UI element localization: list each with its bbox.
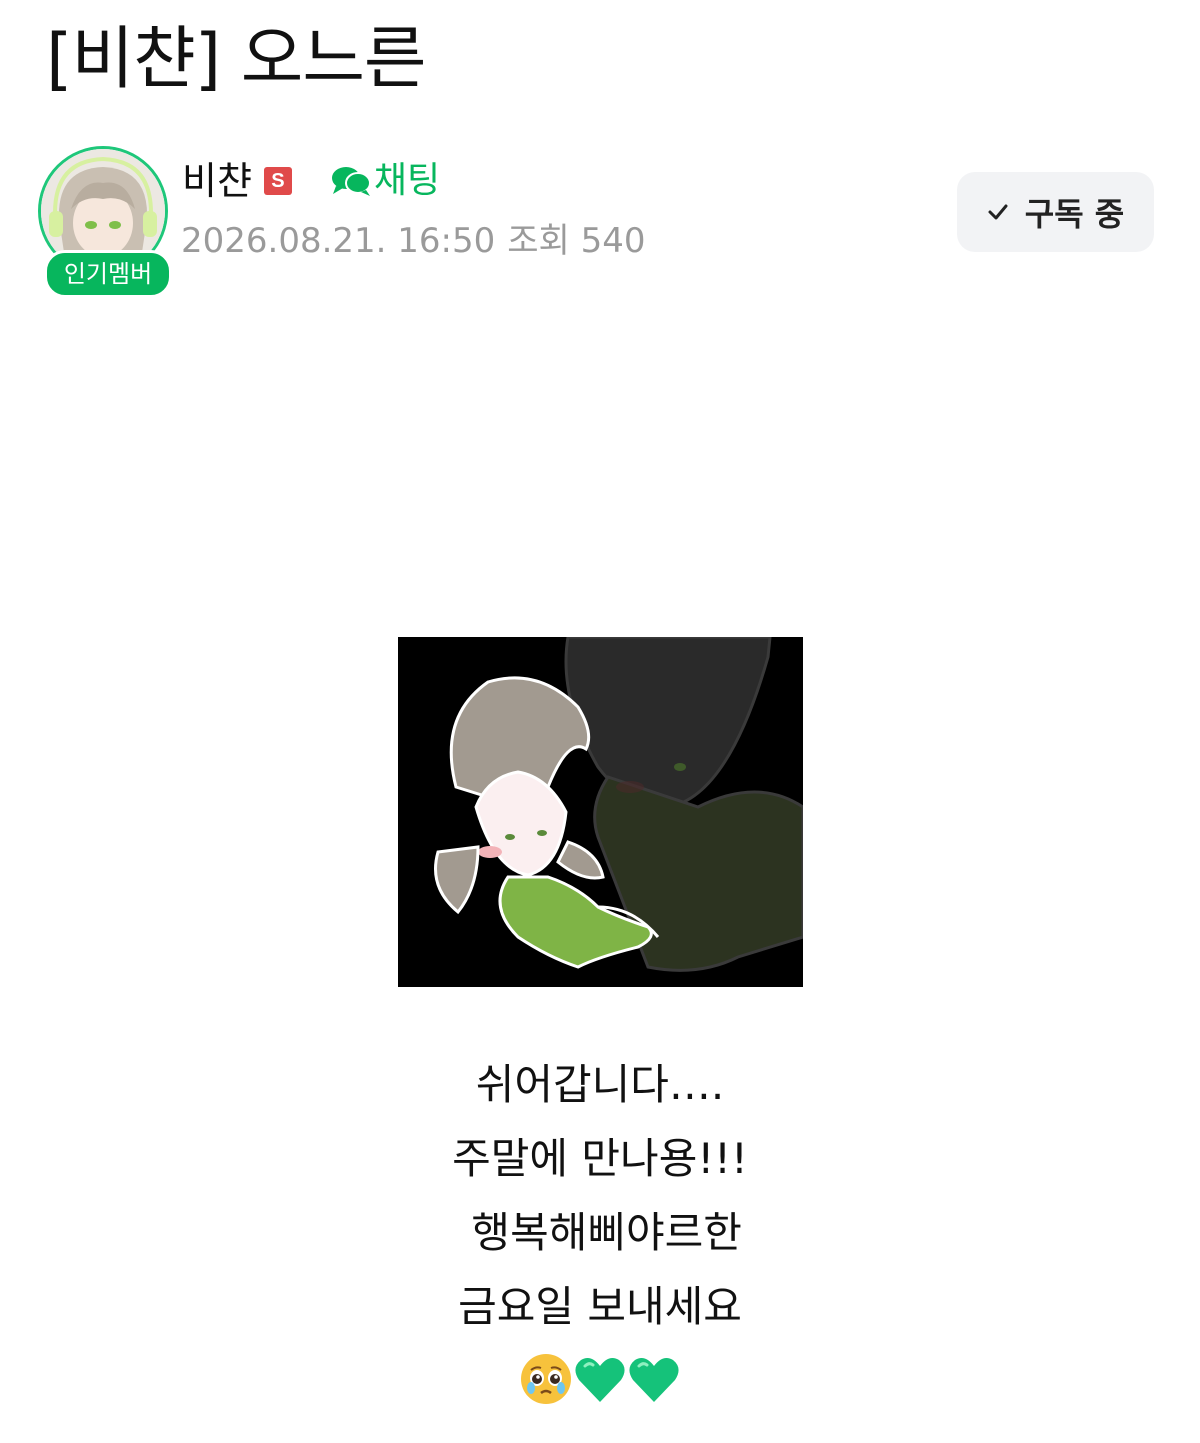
post-body: 쉬어갑니다…. 주말에 만나용!!! 행복해삐야르한 금요일 보내세요 xyxy=(0,1048,1200,1344)
green-heart-emoji-icon xyxy=(573,1352,627,1406)
post-date: 2026.08.21. 16:50 xyxy=(181,221,496,261)
post-image[interactable] xyxy=(398,637,803,987)
check-icon xyxy=(988,204,1008,220)
view-count: 조회 540 xyxy=(507,221,646,261)
author-row: 비챤 S 채팅 xyxy=(182,158,440,204)
body-line: 주말에 만나용!!! xyxy=(452,1134,748,1183)
chat-bubble-icon xyxy=(331,167,371,196)
author-name[interactable]: 비챤 xyxy=(182,158,252,204)
green-heart-emoji-icon xyxy=(627,1352,681,1406)
staff-badge: S xyxy=(263,167,292,195)
subscribe-button[interactable]: 구독 중 xyxy=(957,172,1154,252)
author-avatar[interactable]: 인기멤버 xyxy=(38,146,174,298)
pleading-face-emoji-icon xyxy=(519,1352,573,1406)
post-illustration-icon xyxy=(398,637,803,987)
post-title: [비챤] 오느른 xyxy=(46,20,426,99)
post-meta: 2026.08.21. 16:50 조회 540 xyxy=(181,218,646,264)
body-line: 행복해삐야르한 xyxy=(458,1208,742,1257)
subscribe-label: 구독 중 xyxy=(1024,195,1125,233)
chat-label: 채팅 xyxy=(373,160,441,201)
body-line: 쉬어갑니다…. xyxy=(475,1060,725,1109)
popular-member-badge: 인기멤버 xyxy=(44,250,172,298)
body-line: 금요일 보내세요 xyxy=(458,1282,742,1331)
emoji-row xyxy=(0,1352,1200,1406)
chat-button[interactable]: 채팅 xyxy=(330,158,440,204)
